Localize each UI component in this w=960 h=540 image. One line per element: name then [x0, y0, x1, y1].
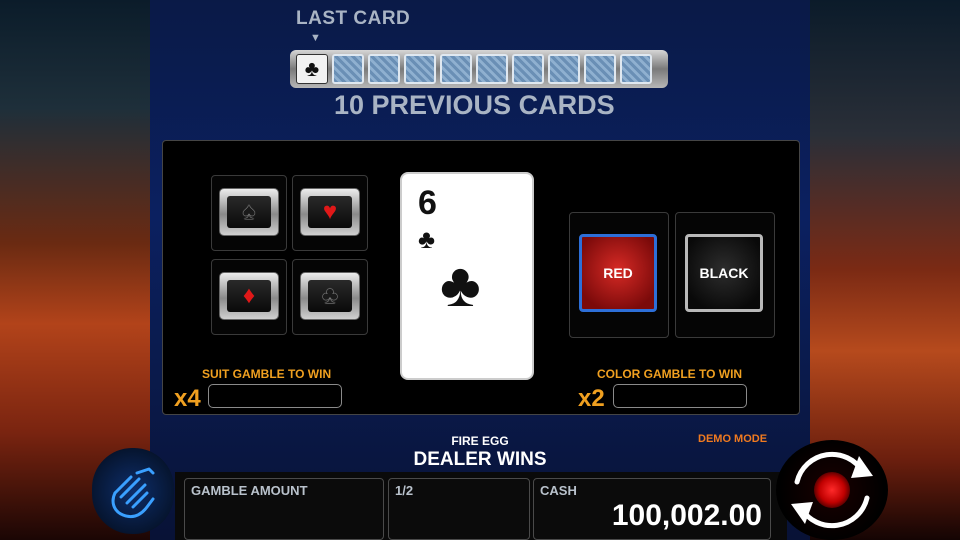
suit-heart-button[interactable]: ♥	[300, 188, 360, 236]
current-card: 6 ♣ ♣	[400, 172, 534, 380]
gamble-amount-box: GAMBLE AMOUNT	[184, 478, 384, 540]
spin-button[interactable]	[776, 440, 888, 540]
color-gamble-win-box	[613, 384, 747, 408]
gamble-amount-label: GAMBLE AMOUNT	[191, 483, 308, 498]
previous-card-back	[332, 54, 364, 84]
demo-mode-label: DEMO MODE	[698, 433, 768, 445]
previous-card-last: ♣	[296, 54, 328, 84]
last-card-arrow-icon: ▼	[310, 32, 321, 44]
last-card-title: LAST CARD	[296, 8, 411, 29]
fraction-box[interactable]: 1/2	[388, 478, 530, 540]
previous-card-back	[476, 54, 508, 84]
suit-diamond-button[interactable]: ♦	[219, 272, 279, 320]
suit-spade-button[interactable]: ♠	[219, 188, 279, 236]
previous-card-back	[440, 54, 472, 84]
collect-button[interactable]	[92, 448, 174, 534]
card-small-suit-icon: ♣	[418, 224, 436, 254]
color-slot-red: RED	[569, 212, 669, 338]
suit-gamble-multiplier: x4	[174, 385, 201, 412]
suit-slot-heart: ♥	[292, 175, 368, 251]
previous-card-back	[404, 54, 436, 84]
cash-value: 100,002.00	[611, 499, 762, 532]
card-center-suit-icon: ♣	[440, 251, 481, 320]
cash-label: CASH	[540, 483, 577, 498]
hand-collect-icon	[111, 467, 155, 519]
black-button[interactable]: BLACK	[685, 234, 763, 312]
suit-slot-spade: ♠	[211, 175, 287, 251]
previous-card-back	[548, 54, 580, 84]
color-slot-black: BLACK	[675, 212, 775, 338]
diamond-icon: ♦	[242, 282, 256, 309]
club-icon: ♣	[322, 282, 338, 309]
card-rank: 6	[418, 184, 437, 222]
previous-card-back	[368, 54, 400, 84]
previous-card-back	[512, 54, 544, 84]
red-button[interactable]: RED	[579, 234, 657, 312]
color-gamble-label: COLOR GAMBLE TO WIN	[597, 367, 743, 381]
previous-cards-title: 10 PREVIOUS CARDS	[334, 90, 615, 120]
suit-gamble-win-box	[208, 384, 342, 408]
fraction-label: 1/2	[395, 483, 414, 498]
color-gamble-multiplier: x2	[578, 385, 605, 412]
previous-cards-strip: ♣	[290, 50, 668, 88]
suit-club-button[interactable]: ♣	[300, 272, 360, 320]
heart-icon: ♥	[322, 198, 338, 225]
spin-refresh-icon	[791, 451, 873, 529]
previous-card-back	[620, 54, 652, 84]
suit-slot-diamond: ♦	[211, 259, 287, 335]
suit-gamble-label: SUIT GAMBLE TO WIN	[202, 367, 332, 381]
cash-box: CASH 100,002.00	[533, 478, 771, 540]
previous-card-back	[584, 54, 616, 84]
spade-icon: ♠	[242, 198, 256, 225]
suit-slot-club: ♣	[292, 259, 368, 335]
